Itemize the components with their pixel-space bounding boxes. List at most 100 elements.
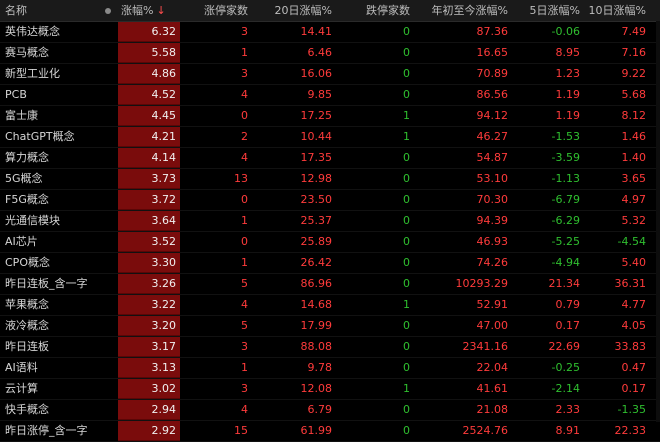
- cell-spacer: [98, 148, 118, 168]
- table-row[interactable]: 赛马概念 5.58 1 6.46 0 16.65 8.95 7.16: [0, 43, 660, 64]
- cell-d10: 5.40: [621, 256, 647, 269]
- col-header-pct[interactable]: 涨幅% ↓: [118, 0, 180, 21]
- table-row[interactable]: 富士康 4.45 0 17.25 1 94.12 1.19 8.12: [0, 106, 660, 127]
- cell-spacer: [98, 169, 118, 189]
- cell-ytd: 70.89: [476, 67, 509, 80]
- table-row[interactable]: 光通信模块 3.64 1 25.37 0 94.39 -6.29 5.32: [0, 211, 660, 232]
- cell-d20: 17.25: [300, 109, 333, 122]
- table-row[interactable]: AI语料 3.13 1 9.78 0 22.04 -0.25 0.47: [0, 358, 660, 379]
- col-header-limit-down[interactable]: 跌停家数: [338, 0, 410, 21]
- cell-name: 液冷概念: [5, 319, 49, 332]
- cell-limit-up: 5: [241, 277, 248, 290]
- cell-pct: 3.64: [118, 211, 180, 231]
- cell-pct: 4.21: [118, 127, 180, 147]
- table-row[interactable]: 昨日连板 3.17 3 88.08 0 2341.16 22.69 33.83: [0, 337, 660, 358]
- table-row[interactable]: F5G概念 3.72 0 23.50 0 70.30 -6.79 4.97: [0, 190, 660, 211]
- cell-spacer: [98, 127, 118, 147]
- table-row[interactable]: PCB 4.52 4 9.85 0 86.56 1.19 5.68: [0, 85, 660, 106]
- cell-name: 赛马概念: [5, 46, 49, 59]
- cell-pct: 3.30: [118, 253, 180, 273]
- cell-name: 算力概念: [5, 151, 49, 164]
- col-header-name[interactable]: 名称: [0, 0, 98, 21]
- cell-d20: 23.50: [300, 193, 333, 206]
- col-header-d10[interactable]: 10日涨幅%: [580, 0, 660, 21]
- cell-limit-up: 4: [241, 151, 248, 164]
- cell-d10: 36.31: [614, 277, 647, 290]
- cell-spacer: [98, 85, 118, 105]
- cell-d20: 17.35: [300, 151, 333, 164]
- cell-limit-up: 4: [241, 403, 248, 416]
- col-header-d20[interactable]: 20日涨幅%: [254, 0, 338, 21]
- cell-limit-up: 1: [241, 361, 248, 374]
- table-row[interactable]: 新型工业化 4.86 3 16.06 0 70.89 1.23 9.22: [0, 64, 660, 85]
- table-row[interactable]: 苹果概念 3.22 4 14.68 1 52.91 0.79 4.77: [0, 295, 660, 316]
- cell-ytd: 2524.76: [462, 424, 509, 437]
- cell-d10: 3.65: [621, 172, 647, 185]
- cell-pct: 3.52: [118, 232, 180, 252]
- cell-spacer: [98, 421, 118, 441]
- cell-ytd: 41.61: [476, 382, 509, 395]
- cell-d20: 16.06: [300, 67, 333, 80]
- table-body: 英伟达概念 6.32 3 14.41 0 87.36 -0.06 7.49 赛马概念 5.58 1 6…: [0, 22, 660, 442]
- cell-limit-down: 0: [403, 151, 410, 164]
- table-row[interactable]: CPO概念 3.30 1 26.42 0 74.26 -4.94 5.40: [0, 253, 660, 274]
- cell-d5: 1.19: [555, 88, 581, 101]
- cell-d5: 8.91: [555, 424, 581, 437]
- cell-ytd: 10293.29: [455, 277, 509, 290]
- vertical-scrollbar[interactable]: [656, 21, 660, 422]
- table-row[interactable]: 云计算 3.02 3 12.08 1 41.61 -2.14 0.17: [0, 379, 660, 400]
- cell-d5: -5.25: [551, 235, 580, 248]
- cell-d20: 25.37: [300, 214, 333, 227]
- table-row[interactable]: 算力概念 4.14 4 17.35 0 54.87 -3.59 1.40: [0, 148, 660, 169]
- cell-pct: 4.86: [118, 64, 180, 84]
- table-row[interactable]: AI芯片 3.52 0 25.89 0 46.93 -5.25 -4.54: [0, 232, 660, 253]
- cell-ytd: 21.08: [476, 403, 509, 416]
- cell-name: PCB: [5, 88, 27, 101]
- table-row[interactable]: 快手概念 2.94 4 6.79 0 21.08 2.33 -1.35: [0, 400, 660, 421]
- cell-d10: 33.83: [614, 340, 647, 353]
- cell-name: 昨日连板_含一字: [5, 277, 88, 290]
- cell-d10: 7.16: [621, 46, 647, 59]
- cell-d5: -1.13: [551, 172, 580, 185]
- cell-limit-up: 3: [241, 25, 248, 38]
- sort-desc-icon[interactable]: ↓: [156, 4, 165, 17]
- table-row[interactable]: ChatGPT概念 4.21 2 10.44 1 46.27 -1.53 1.46: [0, 127, 660, 148]
- col-settings-dot-icon[interactable]: [98, 0, 118, 21]
- table-row[interactable]: 昨日连板_含一字 3.26 5 86.96 0 10293.29 21.34 36.31: [0, 274, 660, 295]
- cell-limit-up: 13: [234, 172, 248, 185]
- table-row[interactable]: 液冷概念 3.20 5 17.99 0 47.00 0.17 4.05: [0, 316, 660, 337]
- cell-ytd: 86.56: [476, 88, 509, 101]
- cell-d10: 4.05: [621, 319, 647, 332]
- cell-d5: 1.19: [555, 109, 581, 122]
- cell-name: 云计算: [5, 382, 38, 395]
- sector-ranking-table: 名称 涨幅% ↓ 涨停家数 20日涨幅% 跌停家数 年初至今涨幅% 5日涨幅% 1…: [0, 0, 660, 442]
- col-header-d5[interactable]: 5日涨幅%: [508, 0, 580, 21]
- cell-spacer: [98, 106, 118, 126]
- cell-limit-up: 1: [241, 214, 248, 227]
- cell-limit-down: 0: [403, 403, 410, 416]
- cell-limit-up: 4: [241, 298, 248, 311]
- col-header-limit-up[interactable]: 涨停家数: [180, 0, 254, 21]
- table-row[interactable]: 5G概念 3.73 13 12.98 0 53.10 -1.13 3.65: [0, 169, 660, 190]
- cell-d5: 1.23: [555, 67, 581, 80]
- cell-pct: 3.26: [118, 274, 180, 294]
- cell-d5: 0.79: [555, 298, 581, 311]
- cell-limit-down: 0: [403, 424, 410, 437]
- cell-d5: 2.33: [555, 403, 581, 416]
- cell-d5: -1.53: [551, 130, 580, 143]
- cell-limit-down: 0: [403, 193, 410, 206]
- cell-d5: -3.59: [551, 151, 580, 164]
- cell-name: AI语料: [5, 361, 38, 374]
- col-header-ytd[interactable]: 年初至今涨幅%: [410, 0, 508, 21]
- cell-limit-up: 2: [241, 130, 248, 143]
- cell-spacer: [98, 22, 118, 42]
- cell-name: 新型工业化: [5, 67, 60, 80]
- cell-limit-up: 3: [241, 67, 248, 80]
- cell-limit-up: 1: [241, 46, 248, 59]
- table-row[interactable]: 昨日涨停_含一字 2.92 15 61.99 0 2524.76 8.91 22.33: [0, 421, 660, 442]
- cell-d10: -1.35: [617, 403, 646, 416]
- col-header-pct-label: 涨幅%: [121, 4, 154, 17]
- table-row[interactable]: 英伟达概念 6.32 3 14.41 0 87.36 -0.06 7.49: [0, 22, 660, 43]
- cell-ytd: 53.10: [476, 172, 509, 185]
- cell-d5: -2.14: [551, 382, 580, 395]
